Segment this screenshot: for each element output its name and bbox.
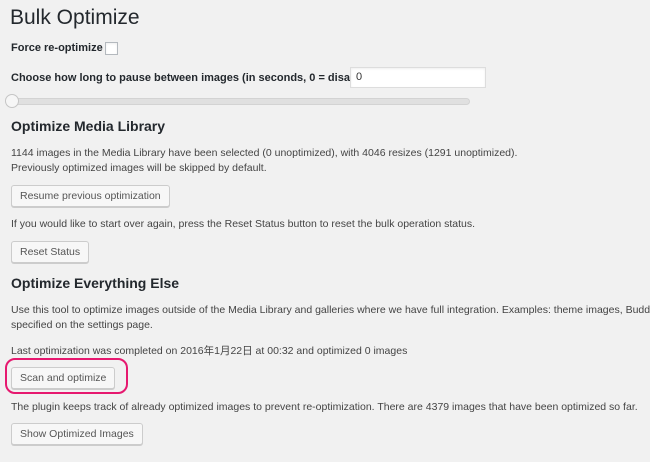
- media-library-heading: Optimize Media Library: [11, 118, 166, 134]
- pause-seconds-input[interactable]: 0: [350, 67, 486, 88]
- pause-slider-track[interactable]: [10, 98, 470, 105]
- media-library-summary: 1144 images in the Media Library have be…: [11, 147, 518, 159]
- last-optimization-status: Last optimization was completed on 2016年…: [11, 345, 408, 357]
- page-title: Bulk Optimize: [10, 6, 140, 29]
- everything-else-description: Use this tool to optimize images outside…: [11, 304, 650, 316]
- optimized-count-text: The plugin keeps track of already optimi…: [11, 401, 638, 413]
- pause-slider-handle[interactable]: [5, 94, 19, 108]
- reset-instructions: If you would like to start over again, p…: [11, 218, 476, 230]
- force-reoptimize-label: Force re-optimize: [11, 42, 103, 54]
- everything-else-description-cont: specified on the settings page.: [11, 319, 153, 331]
- scan-button-highlight: [5, 358, 128, 394]
- pause-label: Choose how long to pause between images …: [11, 72, 377, 84]
- everything-else-heading: Optimize Everything Else: [11, 275, 180, 291]
- force-reoptimize-checkbox[interactable]: [105, 42, 118, 55]
- reset-status-button[interactable]: Reset Status: [11, 241, 90, 263]
- resume-optimization-button[interactable]: Resume previous optimization: [11, 185, 170, 207]
- media-library-skip-note: Previously optimized images will be skip…: [11, 162, 267, 174]
- show-optimized-images-button[interactable]: Show Optimized Images: [11, 423, 143, 445]
